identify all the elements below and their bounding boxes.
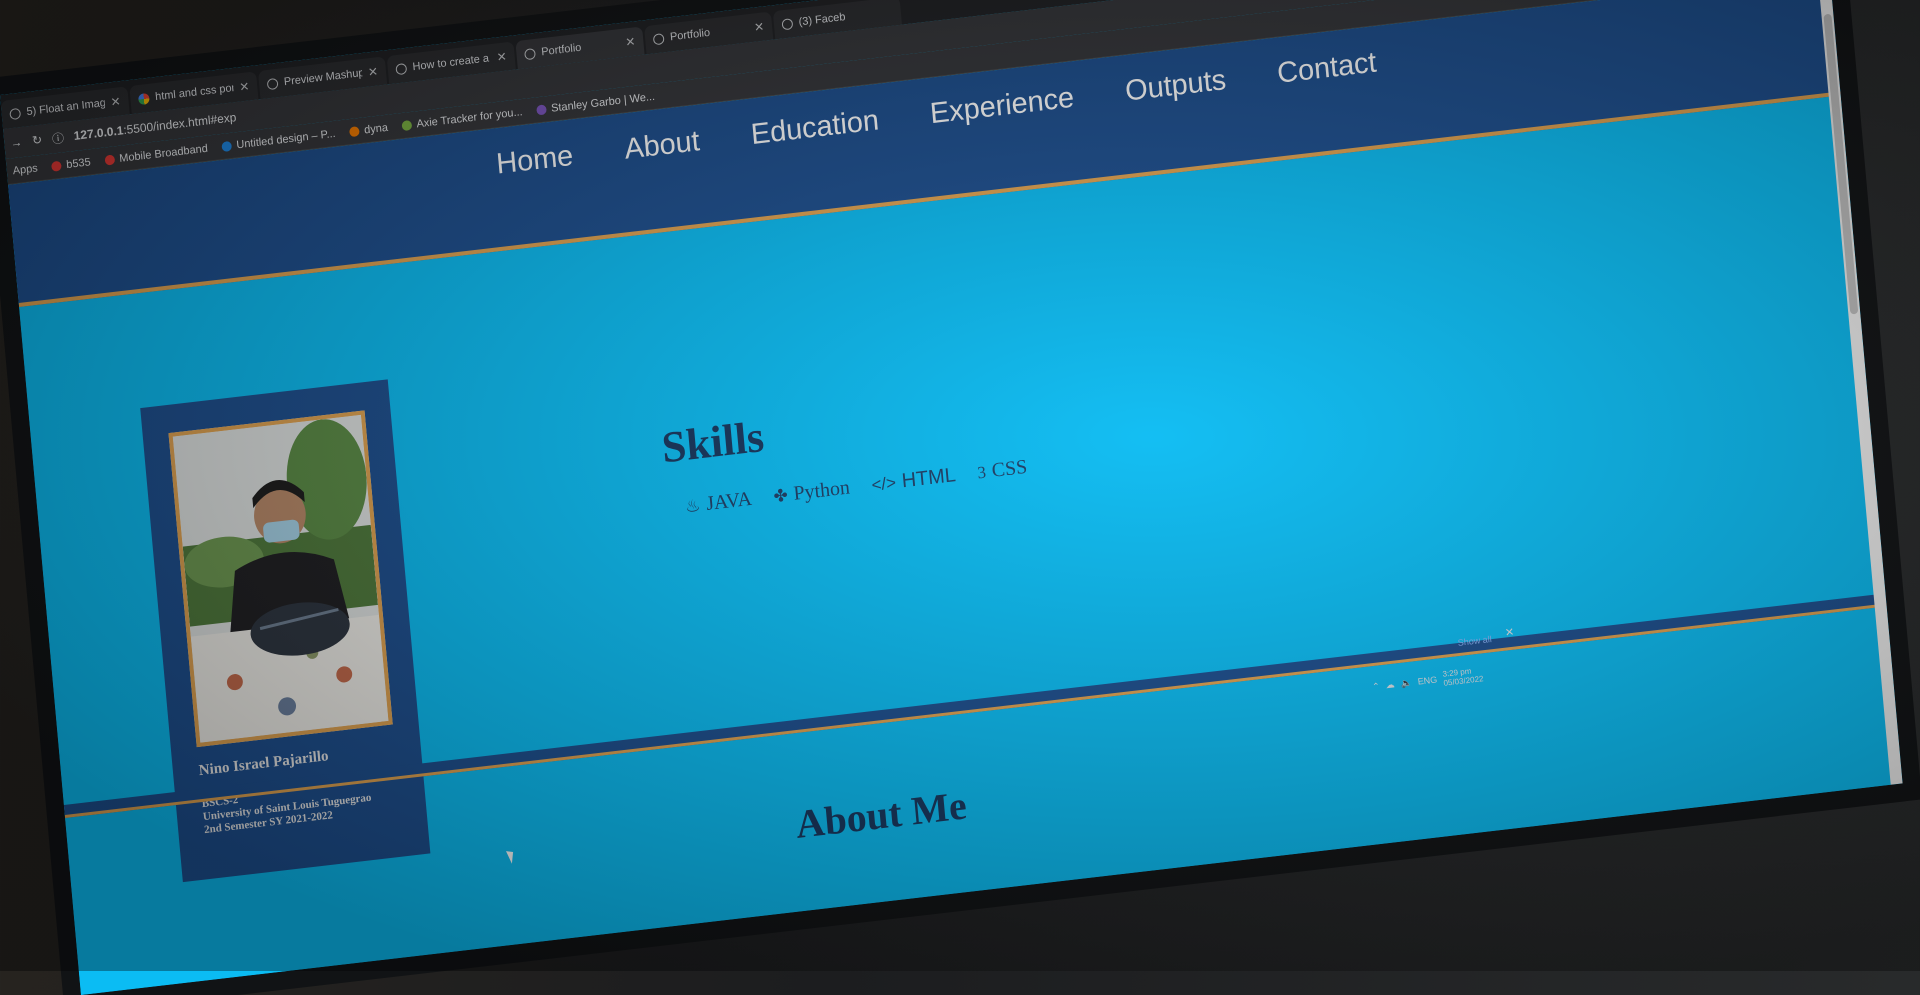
nav-link-outputs[interactable]: Outputs: [1124, 64, 1228, 109]
bookmark-icon: [535, 103, 547, 115]
tab-label: Portfolio: [669, 26, 711, 44]
css3-icon: 3: [976, 462, 987, 483]
reload-icon[interactable]: ↻: [32, 133, 43, 148]
skill-html: </> HTML: [871, 464, 957, 497]
close-icon[interactable]: ✕: [110, 94, 121, 109]
nav-link-home[interactable]: Home: [495, 140, 575, 182]
about-title: About Me: [793, 782, 969, 848]
tab-label: Portfolio: [540, 41, 582, 59]
info-icon: ⓘ: [51, 130, 65, 146]
skill-java: ♨ JAVA: [684, 488, 753, 519]
nav-link-experience[interactable]: Experience: [929, 82, 1076, 132]
tab-label: Preview Mashup Tem: [283, 67, 363, 89]
language-indicator[interactable]: ENG: [1417, 674, 1438, 686]
bookmark-icon: [104, 154, 115, 166]
forward-icon[interactable]: →: [10, 135, 23, 150]
page-icon: [266, 77, 279, 90]
globe-icon: [9, 107, 22, 120]
bookmark-label: Untitled design – P...: [235, 127, 337, 151]
close-icon[interactable]: ✕: [496, 49, 507, 64]
tab-label: How to create a Port: [412, 52, 491, 74]
globe-icon: [524, 47, 536, 60]
bookmark-icon: [348, 125, 360, 137]
tab-label: (3) Faceb: [798, 11, 846, 29]
code-icon: </>: [870, 472, 897, 495]
close-icon[interactable]: ✕: [1504, 625, 1515, 639]
skill-label: JAVA: [705, 487, 753, 516]
chevron-up-icon[interactable]: ⌃: [1372, 681, 1381, 693]
skill-label: Python: [792, 476, 851, 505]
bookmark-icon: [401, 119, 413, 131]
close-icon[interactable]: ✕: [367, 64, 378, 79]
nav-link-about[interactable]: About: [623, 125, 701, 167]
skill-label: HTML: [900, 464, 957, 493]
skills-title: Skills: [659, 411, 766, 473]
profile-card: Nino Israel Pajarillo BSCS-2 University …: [140, 379, 431, 883]
bookmark-label: dyna: [363, 121, 389, 136]
bookmark-icon: [221, 140, 232, 152]
skill-python: ✤ Python: [773, 476, 851, 508]
bookmark-label: b535: [65, 155, 92, 171]
mouse-cursor-icon: [505, 848, 518, 864]
link-icon: [395, 62, 408, 75]
bookmark-item[interactable]: b535: [51, 156, 91, 173]
speaker-icon[interactable]: 🔈: [1400, 677, 1412, 689]
tab-label: 5) Float an Image W: [26, 97, 106, 119]
skill-css: 3 CSS: [977, 456, 1029, 485]
bookmark-label: Mobile Broadband: [118, 142, 209, 165]
facebook-icon: [781, 17, 794, 30]
cloud-icon[interactable]: ☁: [1385, 679, 1395, 691]
tab-label: html and css portfoli: [154, 82, 234, 104]
java-icon: ♨: [684, 495, 702, 516]
photo-scene: 5) Float an Image W ✕ html and css portfo…: [0, 0, 1920, 995]
profile-photo: [168, 410, 393, 748]
skill-label: CSS: [990, 455, 1029, 482]
monitor-screen: 5) Float an Image W ✕ html and css portfo…: [0, 0, 1903, 995]
nav-link-contact[interactable]: Contact: [1276, 46, 1378, 90]
bookmark-item[interactable]: dyna: [348, 121, 389, 137]
bookmark-icon: [51, 160, 62, 172]
nav-link-education[interactable]: Education: [750, 104, 881, 152]
close-icon[interactable]: ✕: [754, 19, 765, 34]
profile-photo-image: [172, 414, 389, 743]
bookmark-label: Apps: [12, 161, 39, 177]
url-host: 127.0.0.1: [73, 123, 124, 143]
bookmark-apps[interactable]: Apps: [12, 162, 38, 177]
close-icon[interactable]: ✕: [625, 34, 636, 49]
close-icon[interactable]: ✕: [239, 79, 250, 94]
skills-section: Skills ♨ JAVA ✤ Python </> HTML 3 CSS: [660, 381, 1028, 521]
globe-icon: [652, 32, 665, 45]
google-icon: [137, 92, 150, 105]
python-icon: ✤: [772, 485, 789, 506]
